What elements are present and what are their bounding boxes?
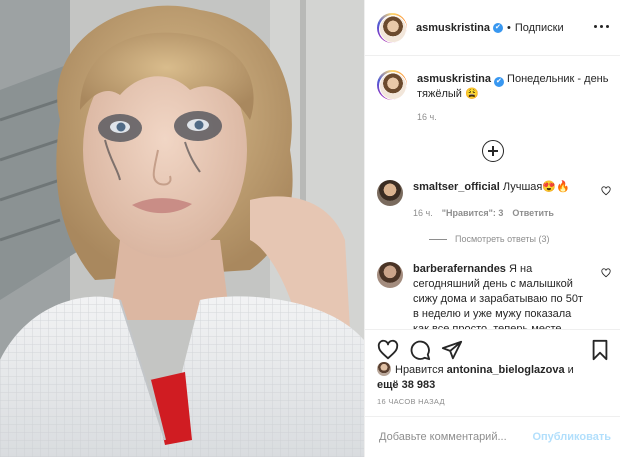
reply-button[interactable]: Ответить xyxy=(512,208,554,218)
caption-avatar[interactable] xyxy=(377,70,407,100)
heart-icon[interactable] xyxy=(377,339,399,361)
bookmark-icon[interactable] xyxy=(589,339,611,361)
caption-time[interactable]: 16 ч. xyxy=(417,112,437,122)
publish-button[interactable]: Опубликовать xyxy=(532,431,611,443)
comment-text: Лучшая😍🔥 xyxy=(502,181,570,193)
paper-plane-icon[interactable] xyxy=(441,339,463,361)
comment-username[interactable]: barberafernandes xyxy=(413,263,506,275)
comment-likes[interactable]: "Нравится": 3 xyxy=(442,208,504,218)
caption-text-block: asmuskristina ✔ Понедельник - день тяжёлы… xyxy=(417,72,611,102)
liker-avatar[interactable] xyxy=(377,362,391,376)
likes-connector: и xyxy=(567,364,574,376)
load-more-comments-icon[interactable] xyxy=(482,140,504,162)
comment-input[interactable] xyxy=(379,431,533,443)
likes-prefix: Нравится xyxy=(395,364,444,376)
add-comment-bar: Опубликовать xyxy=(365,416,620,457)
likes-summary: Нравится antonina_bieloglazova и ещё 38 … xyxy=(377,362,613,393)
comment-avatar[interactable] xyxy=(377,180,403,206)
likes-count[interactable]: ещё 38 983 xyxy=(377,379,435,391)
replies-line xyxy=(429,238,447,240)
post-header: asmuskristina ✔ • Подписки xyxy=(365,0,620,56)
following-button[interactable]: Подписки xyxy=(515,22,564,34)
caption-verified-icon: ✔ xyxy=(493,77,504,87)
post-photo-illustration xyxy=(0,0,364,457)
post-timestamp[interactable]: 16 ЧАСОВ НАЗАД xyxy=(377,397,445,406)
liker-username[interactable]: antonina_bieloglazova xyxy=(447,364,565,376)
post-side-panel: asmuskristina ✔ • Подписки asmuskristina… xyxy=(364,0,620,457)
comment-heart-icon[interactable] xyxy=(601,268,611,278)
caption-username[interactable]: asmuskristina xyxy=(417,73,491,85)
comments-section: asmuskristina ✔ Понедельник - день тяжёлы… xyxy=(365,56,620,329)
comment-heart-icon[interactable] xyxy=(601,186,611,196)
comment-text-block: smaltser_official Лучшая😍🔥 xyxy=(413,180,589,195)
verified-badge-icon: ✔ xyxy=(492,22,503,33)
comment-text-block: barberafernandes Я на сегодняшний день с… xyxy=(413,262,589,329)
post-photo[interactable] xyxy=(0,0,364,457)
more-options-icon[interactable] xyxy=(591,14,611,38)
comment-meta: 16 ч. "Нравится": 3 Ответить xyxy=(413,208,554,218)
view-replies[interactable]: Посмотреть ответы (3) xyxy=(429,234,550,244)
author-username[interactable]: asmuskristina xyxy=(416,22,490,34)
author-avatar[interactable] xyxy=(377,12,407,43)
view-replies-label: Посмотреть ответы (3) xyxy=(455,234,550,244)
header-separator: • xyxy=(506,21,511,34)
comment-time[interactable]: 16 ч. xyxy=(413,208,433,218)
comment-icon[interactable] xyxy=(409,339,431,361)
comment-avatar[interactable] xyxy=(377,262,403,288)
comment-username[interactable]: smaltser_official xyxy=(413,181,500,193)
